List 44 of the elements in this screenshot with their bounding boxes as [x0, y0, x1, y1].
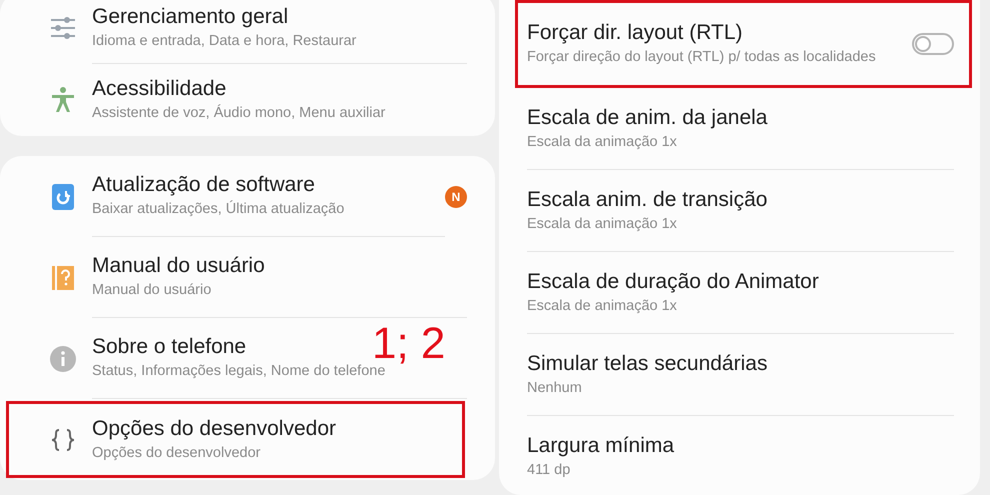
option-subtitle: Nenhum — [527, 378, 582, 398]
option-title: Escala de anim. da janela — [527, 106, 768, 130]
settings-item[interactable]: Atualização de software Baixar atualizações, Última atualização N — [0, 156, 495, 237]
code-braces-icon — [51, 428, 75, 450]
item-title: Gerenciamento geral — [92, 4, 288, 29]
item-subtitle: Status, Informações legais, Nome do telefone — [92, 363, 386, 381]
item-subtitle: Manual do usuário — [92, 281, 212, 300]
item-title: Manual do usuário — [92, 254, 265, 278]
settings-item[interactable]: Gerenciamento geral Idioma e entrada, Data e hora, Restaurar — [0, 0, 495, 64]
option-item[interactable]: Escala de anim. da janela Escala da animação 1x — [499, 88, 980, 170]
option-subtitle: 411 dp — [527, 460, 570, 480]
option-title: Escala anim. de transição — [527, 188, 768, 212]
option-title: Largura mínima — [527, 434, 674, 458]
toggle-switch[interactable] — [912, 33, 954, 55]
option-item[interactable]: Escala anim. de transição Escala da animação 1x — [499, 170, 980, 252]
option-subtitle: Escala da animação 1x — [527, 214, 677, 234]
option-item[interactable]: Forçar dir. layout (RTL) Forçar direção do layout (RTL) p/ todas as localidades — [499, 0, 980, 88]
item-title: Sobre o telefone — [92, 335, 246, 360]
option-subtitle: Forçar direção do layout (RTL) p/ todas as localidades — [527, 48, 876, 66]
item-title: Atualização de software — [92, 173, 315, 198]
option-title: Escala de duração do Animator — [527, 270, 819, 294]
settings-item[interactable]: Opções do desenvolvedor Opções do desenvolvedor — [0, 399, 495, 480]
sliders-icon — [49, 17, 77, 39]
option-subtitle: Escala da animação 1x — [527, 132, 677, 152]
option-title: Simular telas secundárias — [527, 352, 768, 376]
option-item[interactable]: Simular telas secundárias Nenhum — [499, 334, 980, 416]
accessibility-icon — [51, 87, 75, 113]
item-subtitle: Opções do desenvolvedor — [92, 444, 260, 462]
settings-item[interactable]: Acessibilidade Assistente de voz, Áudio mono, Menu auxiliar — [0, 64, 495, 136]
item-subtitle: Idioma e entrada, Data e hora, Restaurar — [92, 32, 356, 50]
item-subtitle: Baixar atualizações, Última atualização — [92, 200, 344, 219]
update-icon — [52, 184, 74, 210]
settings-item[interactable]: Manual do usuário Manual do usuário — [0, 237, 495, 318]
option-subtitle: Escala de animação 1x — [527, 296, 677, 316]
info-icon — [50, 346, 76, 372]
new-badge: N — [445, 186, 467, 208]
option-title: Forçar dir. layout (RTL) — [527, 20, 743, 45]
step-annotation: 1; 2 — [372, 322, 446, 366]
item-subtitle: Assistente de voz, Áudio mono, Menu auxiliar — [92, 104, 386, 123]
item-title: Opções do desenvolvedor — [92, 416, 336, 441]
option-item[interactable]: Escala de duração do Animator Escala de animação 1x — [499, 252, 980, 334]
book-icon — [52, 266, 74, 290]
item-title: Acessibilidade — [92, 77, 226, 102]
option-item[interactable]: Largura mínima 411 dp — [499, 416, 980, 495]
